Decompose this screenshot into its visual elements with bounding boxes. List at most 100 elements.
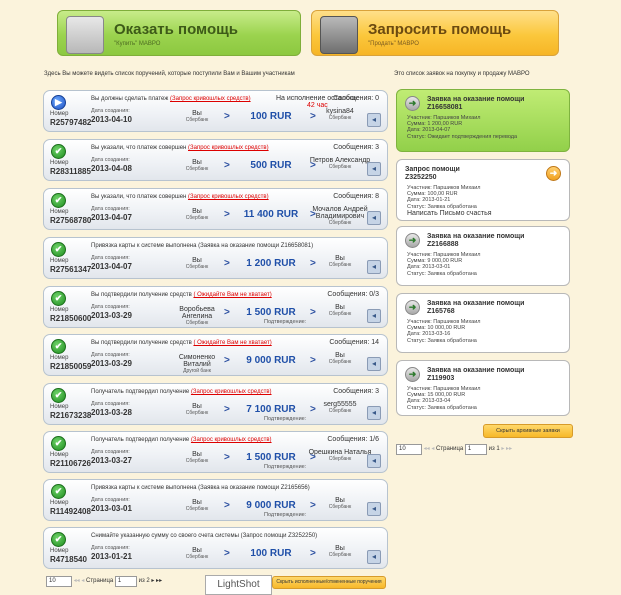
order-amount: 100 RUR <box>250 111 292 122</box>
back-arrow-icon[interactable]: ◂ <box>367 113 381 127</box>
request-number: Z2166888 <box>427 241 459 248</box>
arrow-icon[interactable]: ➜ <box>405 367 420 382</box>
request-status: Статус: Заявка обработана <box>407 338 477 344</box>
orders-pager: 10 ◂◂ ◂ Страница 1 из 2 ▸ ▸▸ <box>46 576 162 587</box>
requests-pager: 10 ◂◂ ◂ Страница 1 из 1 ▸ ▸▸ <box>396 444 512 455</box>
back-arrow-icon[interactable]: ◂ <box>367 406 381 420</box>
request-link[interactable]: (Запрос кривошлых средств) <box>188 145 269 151</box>
date-label: Дата создания: <box>91 206 130 212</box>
order-status-text: Привязка карты к системе выполнена (Заяв… <box>91 485 310 491</box>
order-number: R21850600 <box>50 314 92 323</box>
date-label: Дата создания: <box>91 352 130 358</box>
arrow-right-icon: > <box>224 209 230 220</box>
confirmation-label: Подтверждение: <box>264 319 307 325</box>
messages-count[interactable]: Сообщения: 8 <box>333 193 379 200</box>
check-icon: ✔ <box>51 436 66 451</box>
order-amount: 500 RUR <box>250 160 292 171</box>
arrow-right-icon: > <box>224 111 230 122</box>
arrow-icon[interactable]: ➜ <box>546 166 561 181</box>
messages-count[interactable]: Сообщения: 3 <box>333 388 379 395</box>
order-item[interactable]: ✔ Номер R21850059 Вы подтвердили получение … <box>43 334 388 376</box>
request-status: Статус: Заявка обработана <box>407 271 477 277</box>
arrow-icon[interactable]: ➜ <box>405 96 420 111</box>
hide-archive-button[interactable]: Скрыть архивные заявки <box>483 424 573 438</box>
recipient: Вы Сбербанк <box>328 545 352 558</box>
request-link[interactable]: (Запрос кривошлых средств) <box>188 194 269 200</box>
check-icon: ✔ <box>51 144 66 159</box>
arrow-right-icon: > <box>224 355 230 366</box>
order-item[interactable]: ▶ Номер R25797482 Вы должны сделать платеж … <box>43 90 388 132</box>
page-label: Страница <box>86 578 114 584</box>
back-arrow-icon[interactable]: ◂ <box>367 260 381 274</box>
order-number: R21850059 <box>50 362 92 371</box>
order-number: R28311885 <box>50 167 91 176</box>
per-page-select[interactable]: 10 <box>46 576 72 587</box>
request-card[interactable]: ➜ Заявка на оказание помощи Z16658081 Участ… <box>396 89 570 152</box>
request-title: Заявка на оказание помощи <box>427 96 525 103</box>
number-label: Номер <box>50 160 69 166</box>
request-card[interactable]: ➜ Запрос помощи Z3252250 Участник: Паршиков… <box>396 159 570 221</box>
lightshot-label: LightShot <box>205 575 272 595</box>
order-item[interactable]: ✔ Номер R11492408 Привязка карты к системе … <box>43 479 388 521</box>
check-icon: ✔ <box>51 388 66 403</box>
order-status-text: Вы подтвердили получение средств ( Ожида… <box>91 340 272 346</box>
messages-count[interactable]: Сообщения: 0/3 <box>327 291 379 298</box>
request-link[interactable]: ( Ожидайте Вам не хватает) <box>193 292 271 298</box>
request-number: Z165768 <box>427 308 455 315</box>
order-date: 2013-04-10 <box>91 115 132 124</box>
back-arrow-icon[interactable]: ◂ <box>367 550 381 564</box>
hide-completed-button[interactable]: Скрыть исполненные/отмененные поручения <box>272 576 386 589</box>
request-card[interactable]: ➜ Заявка на оказание помощи Z119903 Участни… <box>396 360 570 416</box>
request-link[interactable]: (Запрос кривошлых средств) <box>191 389 272 395</box>
date-label: Дата создания: <box>91 157 130 163</box>
order-date: 2013-03-29 <box>91 311 132 320</box>
request-link[interactable]: (Запрос кривошлых средств) <box>170 96 251 102</box>
recipient: Мочалов Андрей Владимирович Сбербанк <box>312 206 368 226</box>
back-arrow-icon[interactable]: ◂ <box>367 162 381 176</box>
order-item[interactable]: ✔ Номер R4718540 Снимайте указанную сумму с… <box>43 527 388 569</box>
order-item[interactable]: ✔ Номер R21673238 Получатель подтвердил пол… <box>43 383 388 425</box>
date-label: Дата создания: <box>91 255 130 261</box>
request-link[interactable]: ( Ожидайте Вам не хватает) <box>193 340 271 346</box>
write-letter-link[interactable]: Написать Письмо счастья <box>407 210 492 217</box>
request-date: Дата: 2013-03-04 <box>407 398 451 404</box>
sender: Вы Сбербанк <box>185 451 209 464</box>
back-arrow-icon[interactable]: ◂ <box>367 357 381 371</box>
messages-count[interactable]: Сообщения: 14 <box>329 339 379 346</box>
back-arrow-icon[interactable]: ◂ <box>367 309 381 323</box>
back-arrow-icon[interactable]: ◂ <box>367 454 381 468</box>
arrow-right-icon: > <box>224 548 230 559</box>
request-title: Запрос помощи <box>405 166 460 173</box>
request-link[interactable]: (Запрос кривошлых средств) <box>191 437 272 443</box>
page-input[interactable]: 1 <box>114 576 137 587</box>
order-item[interactable]: ✔ Номер R21106726 Получатель подтвердил пол… <box>43 431 388 473</box>
arrow-right-icon: > <box>224 452 230 463</box>
give-help-button[interactable]: Оказать помощь "Купить" МАВРО <box>57 10 301 56</box>
date-label: Дата создания: <box>91 449 130 455</box>
order-item[interactable]: ✔ Номер R27568780 Вы указали, что платеж со… <box>43 188 388 230</box>
back-arrow-icon[interactable]: ◂ <box>367 502 381 516</box>
ask-help-button[interactable]: Запросить помощь "Продать" МАВРО <box>311 10 559 56</box>
right-page-input[interactable]: 1 <box>464 444 487 455</box>
order-status-text: Вы должны сделать платеж (Запрос кривошл… <box>91 96 251 102</box>
request-card[interactable]: ➜ Заявка на оказание помощи Z165768 Участни… <box>396 293 570 353</box>
back-arrow-icon[interactable]: ◂ <box>367 211 381 225</box>
messages-count[interactable]: Сообщения: 3 <box>333 144 379 151</box>
order-item[interactable]: ✔ Номер R28311885 Вы указали, что платеж со… <box>43 139 388 181</box>
request-card[interactable]: ➜ Заявка на оказание помощи Z2166888 Участн… <box>396 226 570 286</box>
right-per-page-select[interactable]: 10 <box>396 444 422 455</box>
arrow-icon[interactable]: ➜ <box>405 233 420 248</box>
give-help-icon <box>66 16 104 54</box>
order-date: 2013-04-08 <box>91 164 132 173</box>
arrow-icon[interactable]: ➜ <box>405 300 420 315</box>
order-date: 2013-04-07 <box>91 262 132 271</box>
order-status-text: Получатель подтвердил получение (Запрос … <box>91 389 272 395</box>
recipient: Петров Александр Сбербанк <box>309 157 371 170</box>
messages-count[interactable]: Сообщения: 1/6 <box>327 436 379 443</box>
recipient: Вы Сбербанк <box>328 352 352 365</box>
order-item[interactable]: ✔ Номер R21850600 Вы подтвердили получение … <box>43 286 388 328</box>
order-item[interactable]: ✔ Номер R27561347 Привязка карты к системе … <box>43 237 388 279</box>
messages-count[interactable]: Сообщения: 0 <box>333 95 379 102</box>
number-label: Номер <box>50 500 69 506</box>
sender: Вы Сбербанк <box>185 257 209 270</box>
